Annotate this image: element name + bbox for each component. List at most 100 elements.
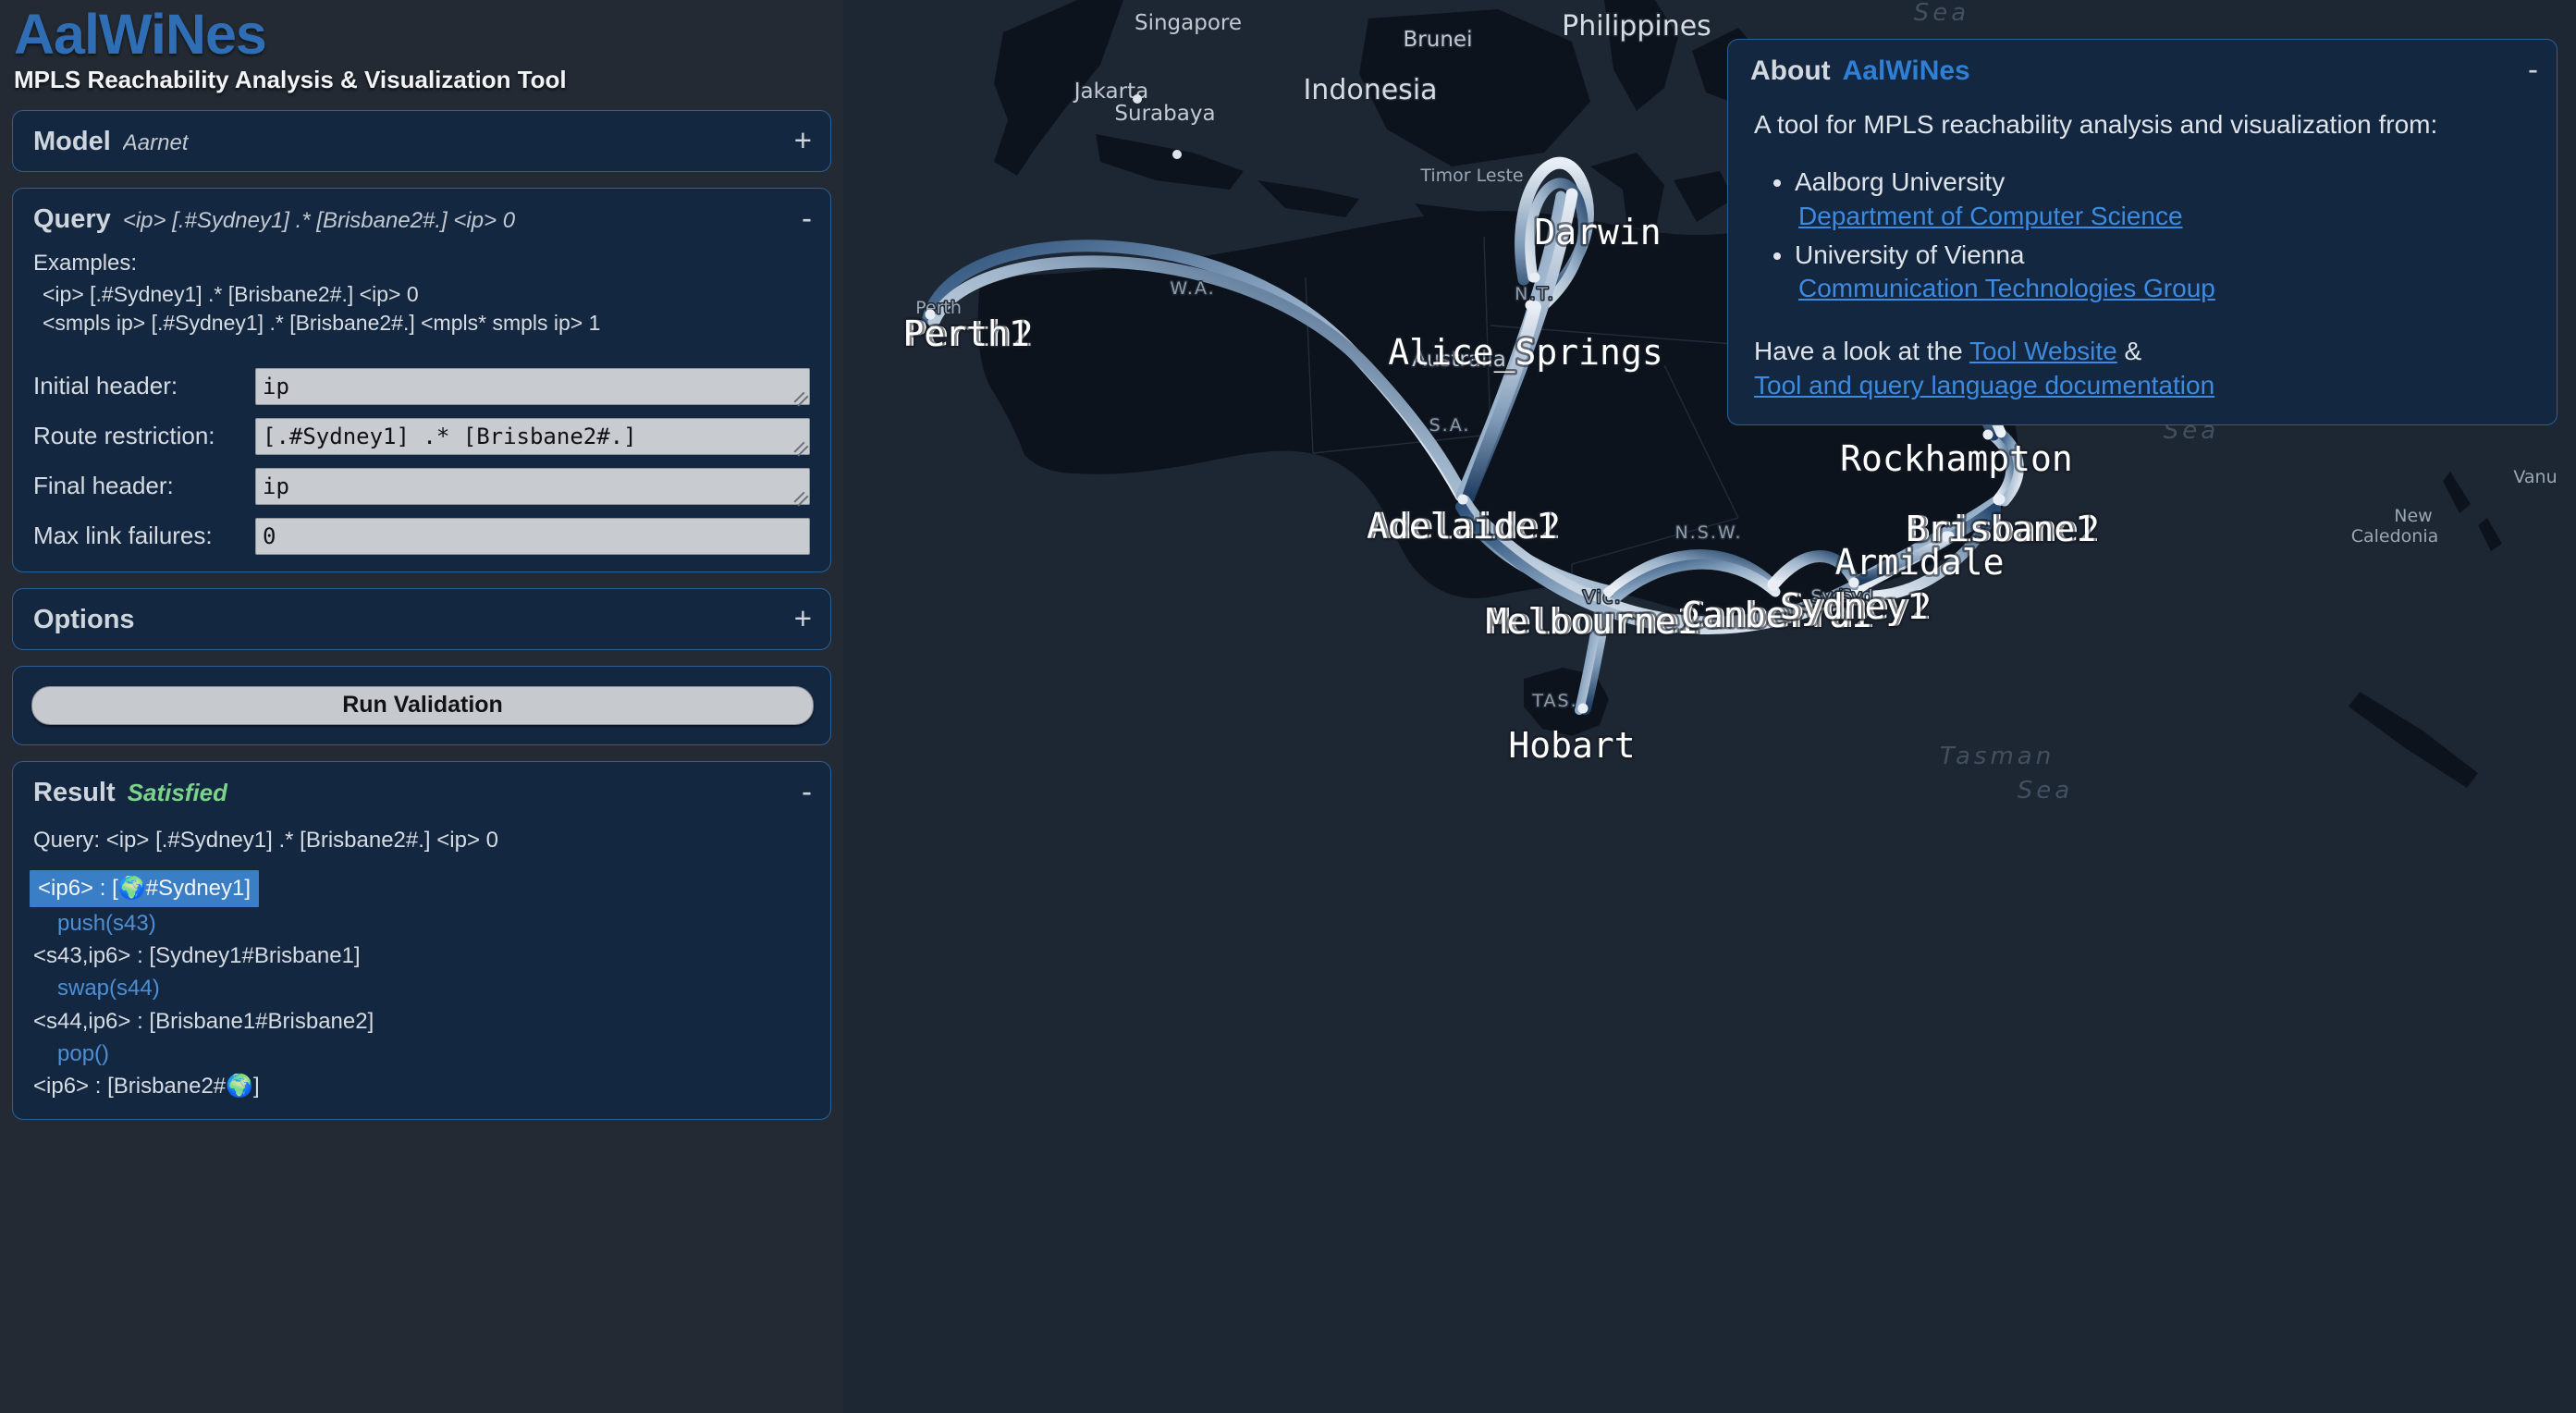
resize-grip-icon[interactable] xyxy=(795,441,807,453)
geo-city-dot xyxy=(1172,150,1182,159)
final-header-input[interactable]: ip xyxy=(255,467,810,505)
network-node-dot[interactable] xyxy=(1994,494,2006,505)
trace-operation[interactable]: push(s43) xyxy=(57,907,810,940)
trace-state[interactable]: <s43,ip6> : [Sydney1#Brisbane1] xyxy=(33,940,810,972)
query-panel-summary: <ip> [.#Sydney1] .* [Brisbane2#.] <ip> 0 xyxy=(122,208,516,234)
geo-label: Philippines xyxy=(1562,10,1711,43)
max-link-failures-row: Max link failures: 0 xyxy=(33,517,810,555)
network-node-label[interactable]: Sydney1 xyxy=(1777,584,1930,630)
network-node-label[interactable]: Armidale xyxy=(1833,540,2006,585)
geo-label: Sea xyxy=(2018,777,2073,805)
example-line: <smpls ip> [.#Sydney1] .* [Brisbane2#.] … xyxy=(43,311,601,336)
network-node-label[interactable]: Adelaide1 xyxy=(1365,504,1560,549)
network-node-label[interactable]: Perth1 xyxy=(901,312,1032,357)
app-root: Singapore Brunei Philippines Jakarta Surabay… xyxy=(0,0,2576,1413)
geo-label: Caledonia xyxy=(2351,526,2439,547)
geo-label: Singapore xyxy=(1135,11,1242,35)
trace-state[interactable]: <s44,ip6> : [Brisbane1#Brisbane2] xyxy=(33,1005,810,1038)
initial-header-value: ip xyxy=(263,373,289,399)
trace-list[interactable]: <ip6> : [🌍#Sydney1] push(s43) <s43,ip6> : … xyxy=(30,869,810,1103)
result-query-line: Query: <ip> [.#Sydney1] .* [Brisbane2#.]… xyxy=(33,827,498,853)
options-panel-expand-icon[interactable]: + xyxy=(794,603,812,633)
initial-header-input[interactable]: ip xyxy=(255,367,810,405)
geo-label: S.A. xyxy=(1429,415,1471,436)
model-panel-expand-icon[interactable]: + xyxy=(794,126,812,156)
query-panel-header[interactable]: Query <ip> [.#Sydney1] .* [Brisbane2#.] … xyxy=(13,189,830,249)
max-link-failures-input[interactable]: 0 xyxy=(255,517,810,555)
about-panel-collapse-icon[interactable]: - xyxy=(2528,54,2538,84)
about-org-name: Aalborg University xyxy=(1795,167,2006,197)
geo-label: Surabaya xyxy=(1114,102,1215,126)
route-restriction-label: Route restriction: xyxy=(33,422,215,450)
model-panel-value: Aarnet xyxy=(122,130,189,156)
trace-operation[interactable]: pop() xyxy=(57,1038,810,1070)
geo-label: Timor Leste xyxy=(1419,166,1523,186)
model-panel-header[interactable]: Model Aarnet xyxy=(13,111,830,171)
result-panel[interactable]: Result Satisfied - Query: <ip> [.#Sydney… xyxy=(12,760,831,1121)
about-footer: Have a look at the Tool Website & Tool a… xyxy=(1754,334,2531,402)
resize-grip-icon[interactable] xyxy=(795,391,807,403)
result-panel-body: Query: <ip> [.#Sydney1] .* [Brisbane2#.]… xyxy=(13,828,830,1120)
result-panel-title: Result xyxy=(33,777,116,807)
app-subtitle: MPLS Reachability Analysis & Visualizati… xyxy=(14,66,567,94)
examples-label: Examples: xyxy=(33,251,138,276)
run-validation-button[interactable]: Run Validation xyxy=(31,685,814,725)
network-node-dot[interactable] xyxy=(1768,581,1779,592)
network-node-dot[interactable] xyxy=(1457,494,1468,505)
geo-label: Indonesia xyxy=(1303,74,1437,106)
about-org-item: Aalborg University Department of Compute… xyxy=(1795,166,2531,233)
network-node-dot[interactable] xyxy=(1529,272,1540,283)
final-header-row: Final header: ip xyxy=(33,467,810,505)
geo-label: Vanu xyxy=(2513,467,2557,487)
about-footer-amp: & xyxy=(2116,336,2142,365)
geo-label: N.T. xyxy=(1515,284,1555,304)
about-panel-body: A tool for MPLS reachability analysis an… xyxy=(1728,94,2557,402)
query-panel[interactable]: Query <ip> [.#Sydney1] .* [Brisbane2#.] … xyxy=(12,188,831,572)
model-panel[interactable]: Model Aarnet + xyxy=(12,110,831,173)
route-restriction-value: [.#Sydney1] .* [Brisbane2#.] xyxy=(263,423,637,449)
tool-website-link[interactable]: Tool Website xyxy=(1969,337,2117,365)
route-restriction-input[interactable]: [.#Sydney1] .* [Brisbane2#.] xyxy=(255,417,810,455)
network-node-label[interactable]: Melbourne1 xyxy=(1483,599,1699,645)
options-panel[interactable]: Options + xyxy=(12,587,831,650)
geo-label: W.A. xyxy=(1170,278,1215,299)
network-node-label[interactable]: Hobart xyxy=(1506,723,1638,768)
trace-state-selected[interactable]: <ip6> : [🌍#Sydney1] xyxy=(30,869,260,907)
network-node-label[interactable]: Rockhampton xyxy=(1838,436,2076,482)
result-panel-collapse-icon[interactable]: - xyxy=(802,776,812,806)
network-node-dot[interactable] xyxy=(1603,586,1614,597)
run-validation-panel: Run Validation xyxy=(12,665,831,745)
brand-header: AalWiNes MPLS Reachability Analysis & Vi… xyxy=(12,0,831,94)
trace-state[interactable]: <ip6> : [Brisbane2#🌍] xyxy=(33,1070,810,1102)
options-panel-header[interactable]: Options xyxy=(13,589,830,649)
trace-operation[interactable]: swap(s44) xyxy=(57,972,810,1004)
about-footer-prefix: Have a look at the xyxy=(1754,336,1969,365)
network-node-label[interactable]: Darwin xyxy=(1532,210,1663,255)
max-link-failures-value: 0 xyxy=(263,522,276,549)
network-node-label[interactable]: Alice_Springs xyxy=(1386,330,1665,376)
app-title: AalWiNes xyxy=(14,3,267,66)
initial-header-row: Initial header: ip xyxy=(33,367,810,405)
geo-city-dot xyxy=(1133,94,1142,104)
about-title-brand: AalWiNes xyxy=(1842,55,1970,86)
about-description: A tool for MPLS reachability analysis an… xyxy=(1754,110,2438,139)
query-panel-collapse-icon[interactable]: - xyxy=(802,203,812,234)
network-node-dot[interactable] xyxy=(1577,703,1589,714)
geo-label: N.S.W. xyxy=(1675,522,1743,543)
initial-header-label: Initial header: xyxy=(33,372,178,400)
result-status-badge: Satisfied xyxy=(127,778,228,806)
about-panel[interactable]: About AalWiNes - A tool for MPLS reachab… xyxy=(1727,39,2558,426)
route-restriction-row: Route restriction: [.#Sydney1] .* [Brisb… xyxy=(33,417,810,455)
query-panel-body: Examples: <ip> [.#Sydney1] .* [Brisbane2… xyxy=(13,251,830,571)
about-panel-header[interactable]: About AalWiNes - xyxy=(1728,40,2557,94)
tool-documentation-link[interactable]: Tool and query language documentation xyxy=(1754,371,2214,399)
about-org-list: Aalborg University Department of Compute… xyxy=(1754,166,2531,306)
department-of-computer-science-link[interactable]: Department of Computer Science xyxy=(1798,200,2531,233)
communication-technologies-group-link[interactable]: Communication Technologies Group xyxy=(1798,272,2531,305)
sidebar: AalWiNes MPLS Reachability Analysis & Vi… xyxy=(0,0,843,1413)
result-panel-header[interactable]: Result Satisfied xyxy=(13,762,830,822)
resize-grip-icon[interactable] xyxy=(795,491,807,503)
network-node-dot[interactable] xyxy=(1525,300,1536,311)
query-panel-title: Query xyxy=(33,204,111,235)
about-org-item: University of Vienna Communication Techn… xyxy=(1795,239,2531,306)
